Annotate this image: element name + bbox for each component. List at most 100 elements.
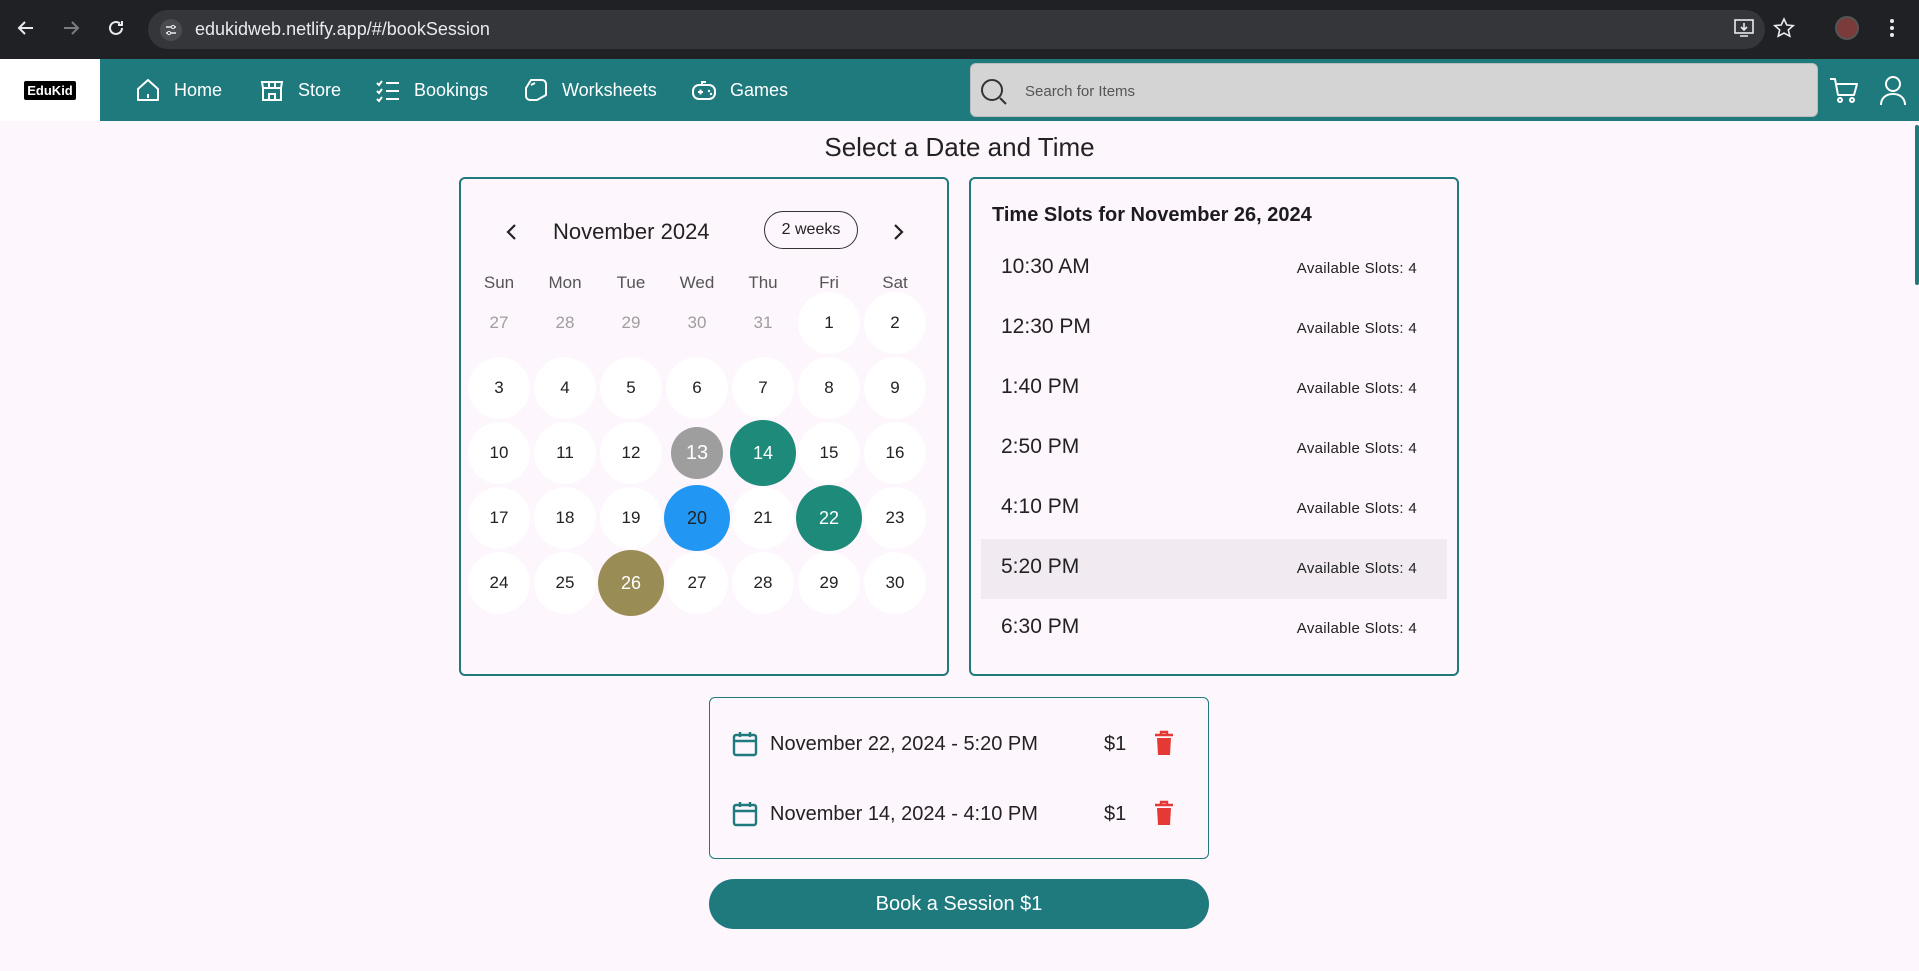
bookmark-star-icon[interactable] (1770, 14, 1798, 42)
calendar-day[interactable]: 22 (796, 485, 862, 551)
forward-icon[interactable] (57, 14, 85, 42)
app-bar: EduKid Home Store Bookings Worksheets Ga… (0, 59, 1919, 121)
weekday-label: Mon (548, 273, 582, 292)
search-icon (979, 77, 1009, 107)
calendar-day[interactable]: 20 (664, 485, 730, 551)
url-text: edukidweb.netlify.app/#/bookSession (195, 19, 490, 39)
calendar-day[interactable]: 14 (730, 420, 796, 486)
calendar-day: 29 (621, 313, 641, 332)
chevron-right-icon[interactable] (885, 219, 911, 245)
chevron-left-icon[interactable] (499, 219, 525, 245)
weekday-label: Tue (616, 273, 646, 292)
store-icon (258, 76, 286, 104)
time-slot-time: 1:40 PM (1001, 375, 1080, 398)
nav-bookings-label: Bookings (414, 79, 489, 100)
nav-home[interactable]: Home (134, 73, 222, 107)
calendar-day[interactable]: 6 (666, 357, 728, 419)
time-slot[interactable]: 4:10 PM Available Slots: 4 (981, 479, 1447, 539)
time-slot[interactable]: 5:20 PM Available Slots: 4 (981, 539, 1447, 599)
booking-label: November 14, 2024 - 4:10 PM (770, 803, 1038, 825)
calendar-day[interactable]: 24 (468, 552, 530, 614)
booking-price: $1 (1104, 803, 1127, 825)
time-slots-title: Time Slots for November 26, 2024 (992, 204, 1312, 226)
cart-bookings: November 22, 2024 - 5:20 PM $1 November … (709, 697, 1209, 859)
time-slot-time: 6:30 PM (1001, 615, 1080, 638)
search-bar[interactable] (970, 63, 1818, 117)
weekday-label: Fri (819, 273, 839, 292)
time-slot[interactable]: 2:50 PM Available Slots: 4 (981, 419, 1447, 479)
calendar-day[interactable]: 30 (864, 552, 926, 614)
address-bar[interactable]: edukidweb.netlify.app/#/bookSession (148, 10, 1765, 49)
delete-icon[interactable] (1151, 730, 1177, 758)
search-input[interactable] (1025, 78, 1785, 104)
calendar-day[interactable]: 3 (468, 357, 530, 419)
calendar-day[interactable]: 17 (468, 487, 530, 549)
cart-icon[interactable] (1827, 73, 1861, 107)
back-icon[interactable] (12, 14, 40, 42)
calendar-day[interactable]: 28 (732, 552, 794, 614)
calendar-day[interactable]: 10 (468, 422, 530, 484)
time-slot-time: 4:10 PM (1001, 495, 1080, 518)
calendar-day[interactable]: 7 (732, 357, 794, 419)
nav-store[interactable]: Store (258, 73, 341, 107)
pages-icon (522, 76, 550, 104)
calendar-day[interactable]: 21 (732, 487, 794, 549)
nav-worksheets[interactable]: Worksheets (522, 73, 657, 107)
calendar-day[interactable]: 11 (534, 422, 596, 484)
book-session-button[interactable]: Book a Session $1 (709, 879, 1209, 929)
time-slot-availability: Available Slots: 4 (1296, 320, 1417, 337)
format-toggle-button[interactable]: 2 weeks (764, 211, 858, 249)
profile-avatar[interactable] (1835, 16, 1859, 40)
calendar-day: 13 (671, 427, 723, 479)
gamepad-icon (690, 76, 718, 104)
nav-games[interactable]: Games (690, 73, 788, 107)
calendar-day[interactable]: 8 (798, 357, 860, 419)
calendar-day[interactable]: 15 (798, 422, 860, 484)
weekday-label: Wed (679, 273, 715, 292)
calendar-day[interactable]: 27 (666, 552, 728, 614)
calendar-day[interactable]: 29 (798, 552, 860, 614)
calendar-day[interactable]: 25 (534, 552, 596, 614)
delete-icon[interactable] (1151, 800, 1177, 828)
calendar-day[interactable]: 1 (798, 292, 860, 354)
time-slot[interactable]: 1:40 PM Available Slots: 4 (981, 359, 1447, 419)
install-app-icon[interactable] (1730, 14, 1758, 42)
logo-container[interactable]: EduKid (0, 59, 100, 121)
calendar-day: 30 (687, 313, 707, 332)
calendar-day[interactable]: 26 (598, 550, 664, 616)
time-slot-time: 12:30 PM (1001, 315, 1091, 338)
calendar-header: November 2024 2 weeks (461, 211, 947, 251)
calendar-day[interactable]: 23 (864, 487, 926, 549)
reload-icon[interactable] (102, 14, 130, 42)
calendar-day[interactable]: 2 (864, 292, 926, 354)
menu-dots-icon[interactable] (1878, 14, 1906, 42)
calendar-icon (731, 800, 759, 828)
calendar-day[interactable]: 4 (534, 357, 596, 419)
calendar-day[interactable]: 9 (864, 357, 926, 419)
time-slot[interactable]: 12:30 PM Available Slots: 4 (981, 299, 1447, 359)
booking-price: $1 (1104, 733, 1127, 755)
nav-worksheets-label: Worksheets (562, 79, 657, 100)
calendar-day[interactable]: 19 (600, 487, 662, 549)
weekday-label: Sat (882, 273, 908, 292)
calendar-icon (731, 730, 759, 758)
nav-bookings[interactable]: Bookings (374, 73, 488, 107)
account-icon[interactable] (1876, 73, 1910, 107)
weekday-label: Sun (483, 273, 515, 292)
time-slot[interactable]: 10:30 AM Available Slots: 4 (981, 239, 1447, 299)
calendar-day: 27 (489, 313, 509, 332)
calendar-day[interactable]: 12 (600, 422, 662, 484)
calendar: November 2024 2 weeks Sun Mon Tue Wed Thu Fri… (459, 177, 949, 676)
site-info-icon[interactable] (160, 19, 182, 41)
time-slot-availability: Available Slots: 4 (1296, 560, 1417, 577)
time-slot[interactable]: 6:30 PM Available Slots: 4 (981, 599, 1447, 659)
booking-item: November 22, 2024 - 5:20 PM $1 (710, 723, 1208, 763)
calendar-day[interactable]: 5 (600, 357, 662, 419)
time-slot-availability: Available Slots: 4 (1296, 380, 1417, 397)
calendar-day[interactable]: 18 (534, 487, 596, 549)
booking-item: November 14, 2024 - 4:10 PM $1 (710, 793, 1208, 833)
time-slots-panel: Time Slots for November 26, 2024 10:30 A… (969, 177, 1459, 676)
nav-games-label: Games (730, 79, 789, 100)
calendar-day[interactable]: 16 (864, 422, 926, 484)
nav-store-label: Store (298, 79, 342, 100)
